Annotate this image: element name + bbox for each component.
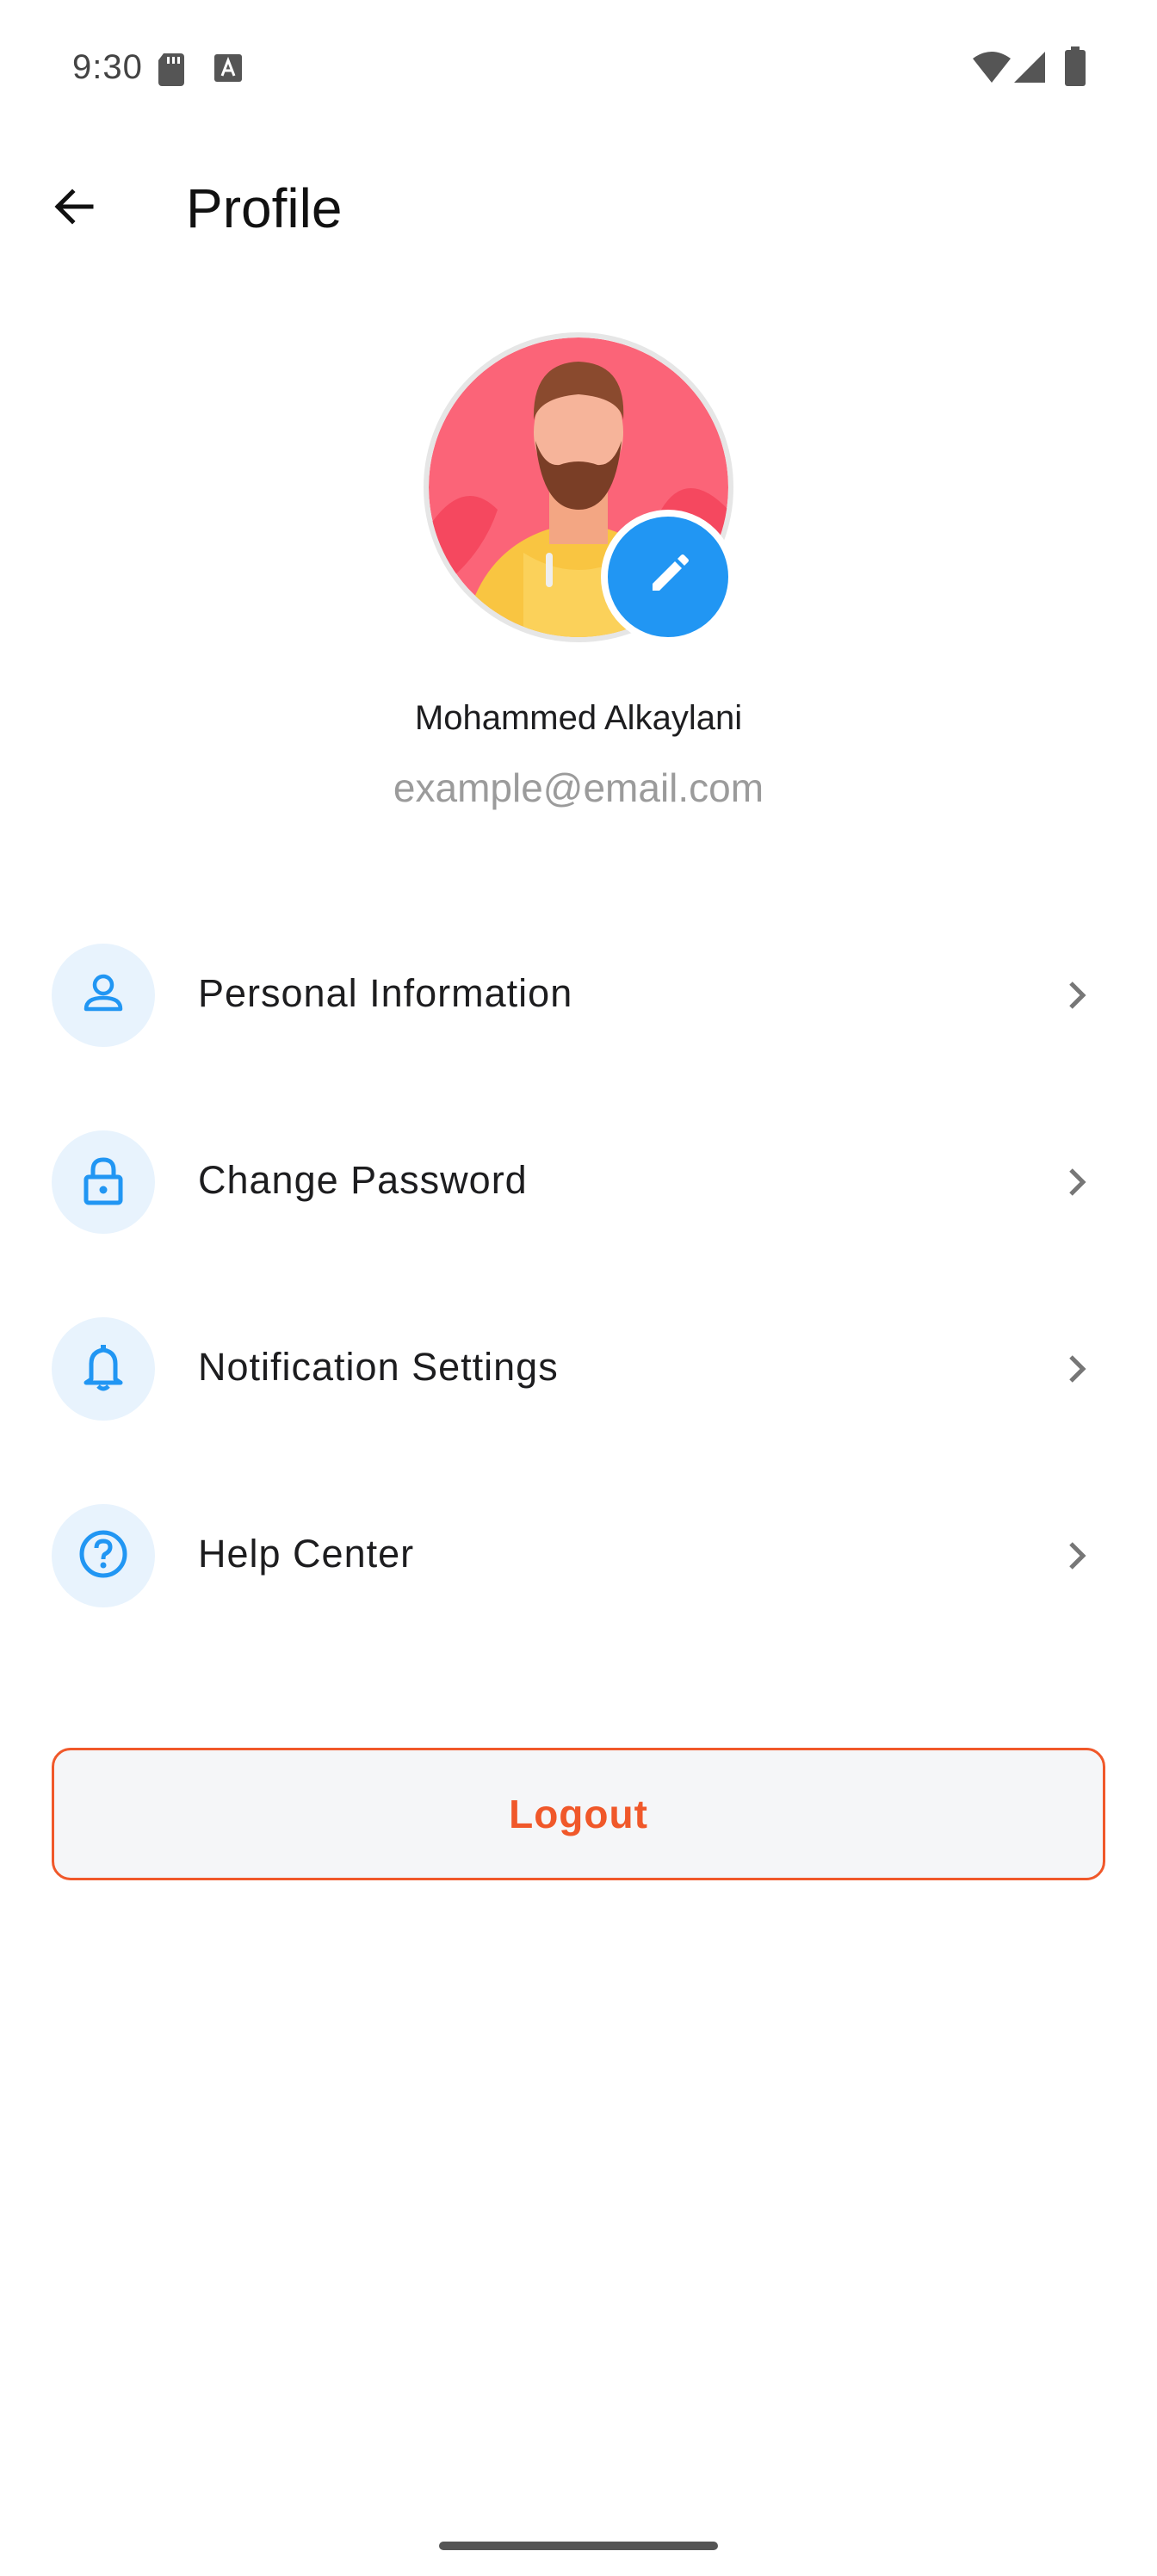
menu-item-label: Change Password <box>198 1158 528 1202</box>
user-name: Mohammed Alkaylani <box>414 699 743 737</box>
edit-avatar-button[interactable] <box>601 510 735 644</box>
battery-icon <box>1064 46 1086 90</box>
page-title: Profile <box>186 177 343 239</box>
wifi-icon <box>971 50 1012 89</box>
chevron-right-icon <box>1055 975 1097 1016</box>
chevron-right-icon <box>1055 1348 1097 1390</box>
back-button[interactable] <box>38 172 110 245</box>
person-icon <box>79 969 127 1022</box>
sd-card-icon <box>157 52 186 90</box>
lock-icon <box>79 1155 127 1211</box>
menu-item-label: Help Center <box>198 1532 415 1576</box>
menu-item-label: Notification Settings <box>198 1345 559 1389</box>
chevron-right-icon <box>1055 1161 1097 1203</box>
menu-icon-container <box>52 1130 155 1234</box>
menu-item-change-password[interactable]: Change Password <box>0 1110 1157 1254</box>
logout-button[interactable]: Logout <box>52 1748 1105 1880</box>
bell-icon <box>79 1341 127 1397</box>
chevron-right-icon <box>1055 1535 1097 1576</box>
status-time: 9:30 <box>72 48 143 86</box>
status-bar: 9:30 <box>0 0 1157 138</box>
user-email: example@email.com <box>393 765 764 810</box>
menu-item-help-center[interactable]: Help Center <box>0 1483 1157 1628</box>
menu-icon-container <box>52 1317 155 1421</box>
pencil-icon <box>646 553 690 602</box>
arrow-left-icon <box>52 184 96 233</box>
home-indicator[interactable] <box>439 2542 718 2550</box>
menu-item-personal-information[interactable]: Personal Information <box>0 923 1157 1068</box>
signal-icon <box>1012 50 1047 89</box>
profile-avatar-section <box>424 332 735 644</box>
menu-item-label: Personal Information <box>198 971 573 1015</box>
keyboard-a-icon <box>213 53 243 87</box>
menu-item-notification-settings[interactable]: Notification Settings <box>0 1297 1157 1441</box>
help-circle-icon <box>77 1528 129 1584</box>
menu-icon-container <box>52 944 155 1047</box>
logout-label: Logout <box>509 1792 648 1836</box>
menu-icon-container <box>52 1504 155 1607</box>
